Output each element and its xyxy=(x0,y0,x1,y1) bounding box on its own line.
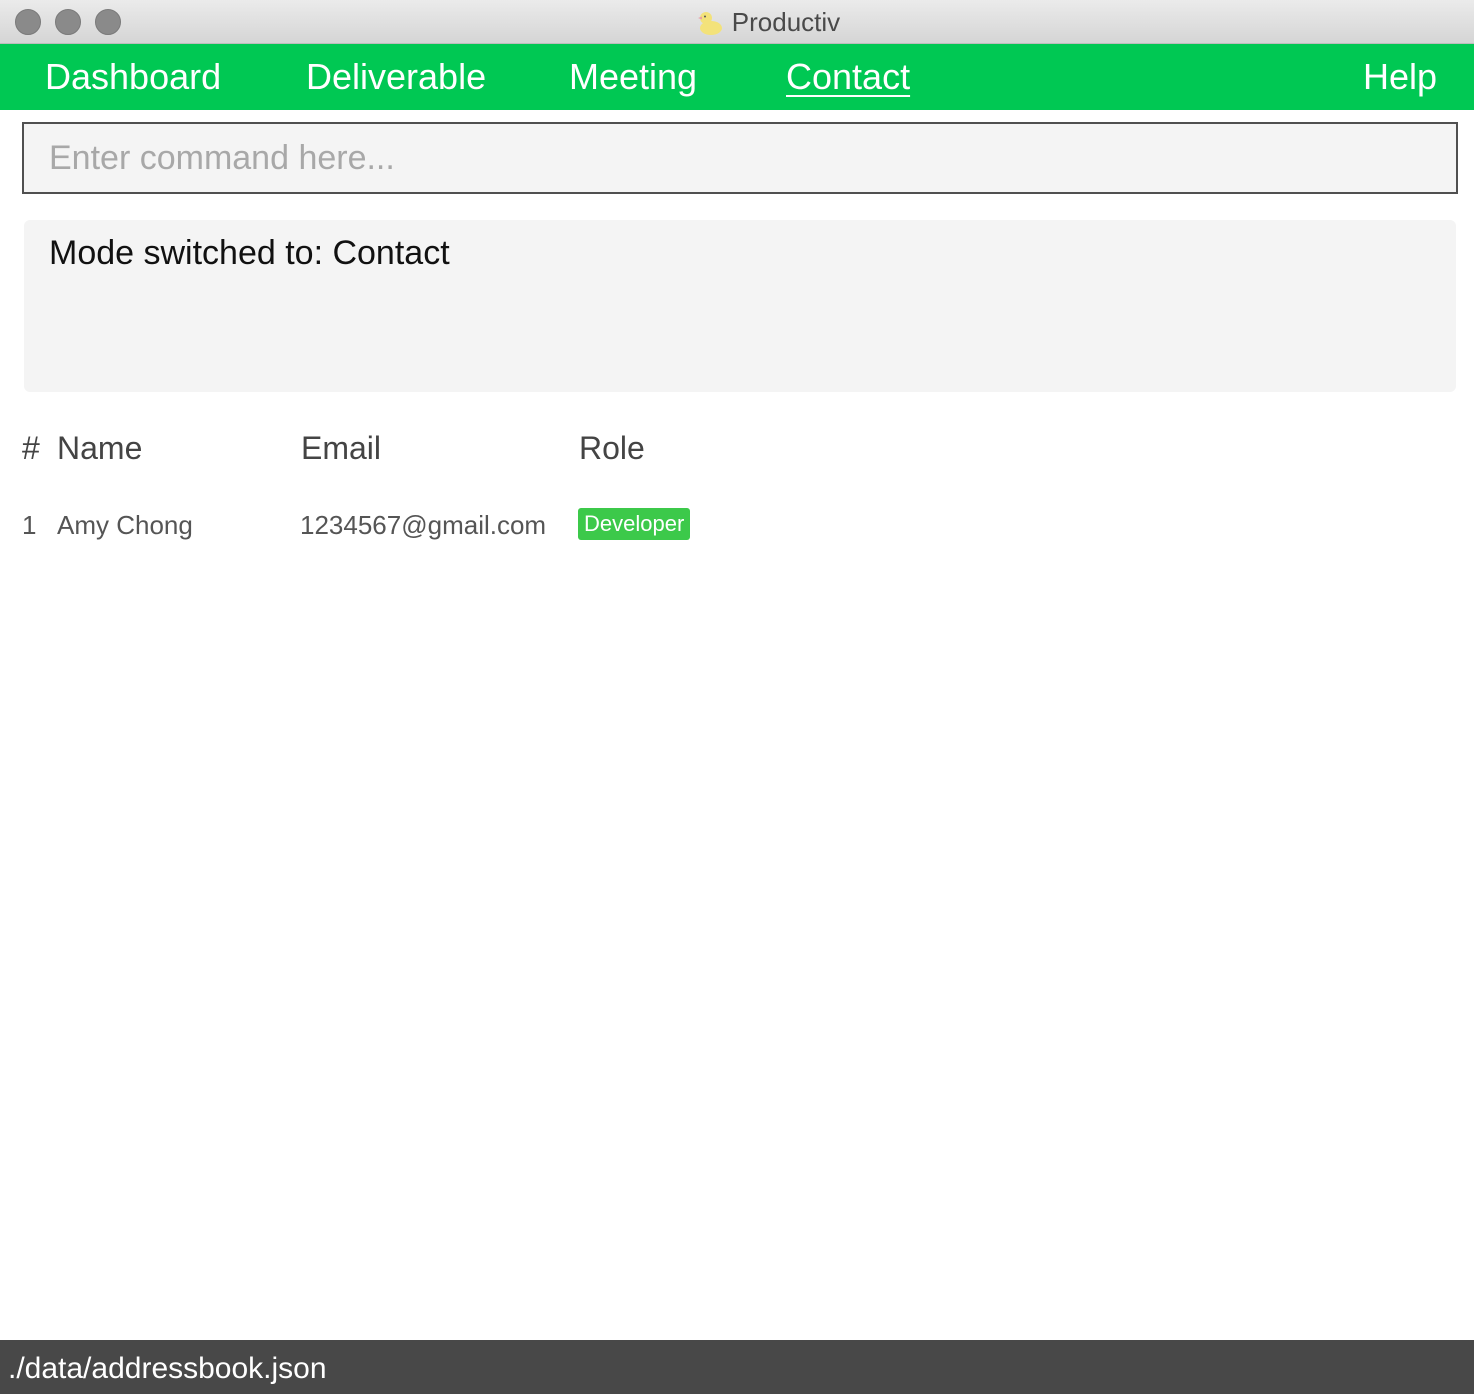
header-email: Email xyxy=(301,430,382,466)
nav-dashboard[interactable]: Dashboard xyxy=(45,56,221,98)
status-bar: ./data/addressbook.json xyxy=(0,1340,1474,1394)
rubber-duck-icon xyxy=(697,12,722,35)
nav-contact[interactable]: Contact xyxy=(786,56,910,98)
header-role: Role xyxy=(579,430,645,466)
command-input[interactable] xyxy=(22,122,1458,194)
nav-help[interactable]: Help xyxy=(1363,56,1437,98)
data-file-path: ./data/addressbook.json xyxy=(8,1352,327,1385)
nav-deliverable[interactable]: Deliverable xyxy=(306,56,486,98)
window-title-group: Productiv xyxy=(0,0,1474,44)
title-bar: Productiv xyxy=(0,0,1474,44)
window-title: Productiv xyxy=(731,6,841,37)
result-message: Mode switched to: Contact xyxy=(49,234,450,272)
result-display: Mode switched to: Contact xyxy=(24,220,1456,392)
nav-meeting[interactable]: Meeting xyxy=(569,56,697,98)
main-nav: Dashboard Deliverable Meeting Contact He… xyxy=(0,44,1474,110)
contact-email: 1234567@gmail.com xyxy=(300,510,547,540)
app-window: Productiv Dashboard Deliverable Meeting … xyxy=(0,0,1474,1394)
row-index: 1 xyxy=(22,510,37,540)
header-index: # xyxy=(22,430,40,466)
role-tag: Developer xyxy=(578,508,691,540)
header-name: Name xyxy=(57,430,143,466)
contact-name: Amy Chong xyxy=(57,510,193,540)
